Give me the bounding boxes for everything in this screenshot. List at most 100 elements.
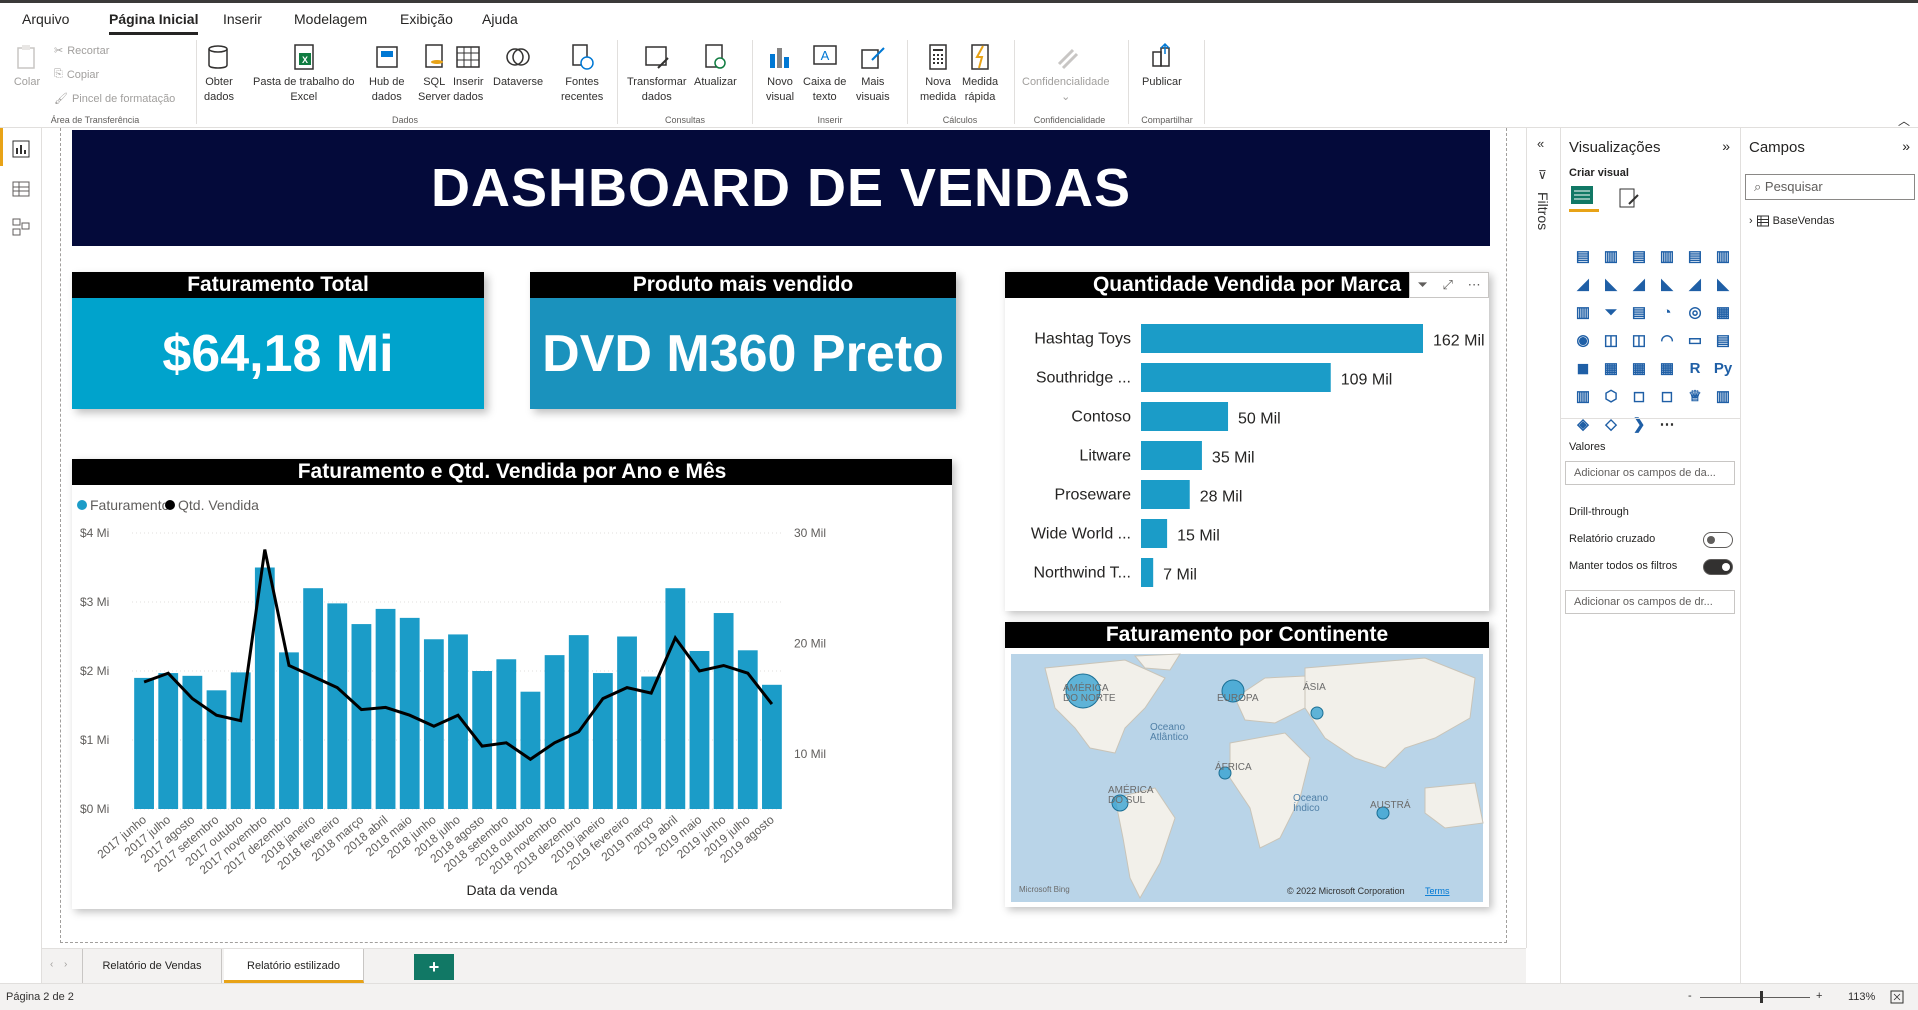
focus-mode-icon[interactable]: ⤢ (1442, 277, 1452, 293)
scatter-icon[interactable]: ▤ (1625, 298, 1653, 326)
table-basevendas[interactable]: › BaseVendas (1749, 215, 1834, 227)
textbox-button[interactable]: A Caixa de texto (803, 42, 846, 105)
stacked-bar-icon[interactable]: ▤ (1569, 242, 1597, 270)
drillthrough-drop-zone[interactable]: Adicionar os campos de dr... (1565, 590, 1735, 614)
filters-pane[interactable]: « ⊽ Filtros (1526, 128, 1560, 948)
build-visual-tab[interactable] (1569, 184, 1599, 212)
recent-sources-button[interactable]: Fontes recentes (561, 42, 603, 105)
zoom-out-button[interactable]: - (1688, 990, 1692, 1002)
tab-relatorio-vendas[interactable]: Relatório de Vendas (82, 949, 222, 983)
more-visuals-icon[interactable]: ⋯ (1653, 410, 1681, 438)
insert-data-button[interactable]: Inserir dados (453, 42, 484, 105)
menu-arquivo[interactable]: Arquivo (22, 11, 69, 27)
model-view-icon[interactable] (12, 218, 30, 236)
dataverse-button[interactable]: Dataverse (493, 42, 543, 90)
expand-filters-icon[interactable]: « (1537, 136, 1544, 151)
sensitivity-button[interactable]: Confidencialidade ⌄ (1022, 42, 1109, 105)
ribbon-icon[interactable]: ◣ (1709, 270, 1737, 298)
zoom-slider-thumb[interactable] (1760, 991, 1763, 1003)
kpi-card-revenue[interactable]: Faturamento Total $64,18 Mi (72, 272, 484, 409)
values-drop-zone[interactable]: Adicionar os campos de da... (1565, 461, 1735, 485)
tab-scroll-right-icon[interactable]: › (64, 959, 67, 970)
line-clustered-icon[interactable]: ◢ (1681, 270, 1709, 298)
menu-pagina-inicial[interactable]: Página Inicial (109, 11, 199, 35)
format-visual-tab[interactable] (1617, 186, 1641, 215)
line-column-icon[interactable]: ◣ (1653, 270, 1681, 298)
collapse-viz-icon[interactable]: » (1722, 138, 1730, 154)
menu-inserir[interactable]: Inserir (223, 11, 262, 27)
power-automate-icon[interactable]: ◇ (1597, 410, 1625, 438)
menu-modelagem[interactable]: Modelagem (294, 11, 367, 27)
decomposition-tree-icon[interactable]: ⬡ (1597, 382, 1625, 410)
multi-row-card-icon[interactable]: ▤ (1709, 326, 1737, 354)
area-icon[interactable]: ◣ (1597, 270, 1625, 298)
data-view-icon[interactable] (12, 180, 30, 198)
excel-button[interactable]: X Pasta de trabalho do Excel (253, 42, 355, 105)
fit-page-icon[interactable] (1890, 990, 1904, 1004)
bubble-asia[interactable] (1310, 706, 1324, 720)
cut-button[interactable]: ✂ Recortar (54, 44, 109, 58)
format-painter-button[interactable]: 🖌 Pincel de formatação (54, 92, 175, 106)
quick-measure-button[interactable]: Medida rápida (962, 42, 998, 105)
waterfall-icon[interactable]: ▥ (1569, 298, 1597, 326)
card-icon[interactable]: ▭ (1681, 326, 1709, 354)
dashboard-banner[interactable]: DASHBOARD DE VENDAS (72, 130, 1490, 246)
filter-icon[interactable]: ⏷ (1417, 277, 1427, 293)
key-influencers-icon[interactable]: ▥ (1569, 382, 1597, 410)
gauge-icon[interactable]: ◠ (1653, 326, 1681, 354)
clustered-bar-icon[interactable]: ▤ (1625, 242, 1653, 270)
continent-map-visual[interactable]: Faturamento por Continente AMÉRICA DO NOR… (1005, 622, 1489, 907)
line-icon[interactable]: ◢ (1569, 270, 1597, 298)
power-apps-icon[interactable]: ◈ (1569, 410, 1597, 438)
stacked-column-icon[interactable]: ▥ (1597, 242, 1625, 270)
refresh-button[interactable]: Atualizar (694, 42, 737, 90)
menu-exibicao[interactable]: Exibição (400, 11, 453, 27)
new-visual-button[interactable]: Novo visual (765, 42, 795, 105)
collapse-fields-icon[interactable]: » (1902, 138, 1910, 154)
pie-icon[interactable]: ◔ (1653, 298, 1681, 326)
transform-button[interactable]: Transformar dados (627, 42, 687, 105)
narrative-icon[interactable]: ◻ (1653, 382, 1681, 410)
zoom-in-button[interactable]: + (1816, 990, 1822, 1002)
new-measure-button[interactable]: Nova medida (920, 42, 956, 105)
100-bar-icon[interactable]: ▤ (1681, 242, 1709, 270)
datahub-button[interactable]: Hub de dados (369, 42, 404, 105)
get-data-button[interactable]: Obter dados (204, 42, 234, 105)
smart-narrative-icon[interactable]: ❯ (1625, 410, 1653, 438)
clustered-column-icon[interactable]: ▥ (1653, 242, 1681, 270)
qa-icon[interactable]: ◻ (1625, 382, 1653, 410)
donut-icon[interactable]: ◎ (1681, 298, 1709, 326)
kpi-card-product[interactable]: Produto mais vendido DVD M360 Preto (530, 272, 956, 409)
cross-report-toggle[interactable] (1703, 532, 1733, 548)
fields-search-input[interactable]: ⌕ Pesquisar (1745, 174, 1915, 200)
map-icon[interactable]: ◉ (1569, 326, 1597, 354)
slicer-icon[interactable]: ▦ (1597, 354, 1625, 382)
more-options-icon[interactable]: ⋯ (1468, 277, 1481, 293)
paginated-icon[interactable]: ▥ (1709, 382, 1737, 410)
table-icon[interactable]: ▦ (1625, 354, 1653, 382)
matrix-icon[interactable]: ▦ (1653, 354, 1681, 382)
collapse-ribbon-icon[interactable]: ︿ (1898, 112, 1910, 129)
tab-scroll-left-icon[interactable]: ‹ (50, 959, 53, 970)
add-page-button[interactable]: + (414, 954, 454, 980)
goals-icon[interactable]: ♕ (1681, 382, 1709, 410)
report-view-icon[interactable] (12, 140, 30, 158)
stacked-area-icon[interactable]: ◢ (1625, 270, 1653, 298)
copy-button[interactable]: ⎘ Copiar (54, 68, 99, 81)
combo-chart-visual[interactable]: Faturamento e Qtd. Vendida por Ano e Mês… (72, 459, 952, 909)
funnel-icon[interactable]: ⏷ (1597, 298, 1625, 326)
sql-button[interactable]: SQL Server (418, 42, 450, 105)
tab-relatorio-estilizado[interactable]: Relatório estilizado (224, 949, 364, 983)
brand-bar-chart-visual[interactable]: Quantidade Vendida por Marca ⏷ ⤢ ⋯ Hashtag… (1005, 272, 1489, 611)
zoom-slider[interactable] (1700, 997, 1810, 998)
paste-button[interactable]: Colar (12, 42, 42, 90)
treemap-icon[interactable]: ▦ (1709, 298, 1737, 326)
100-column-icon[interactable]: ▥ (1709, 242, 1737, 270)
r-visual-icon[interactable]: R (1681, 354, 1709, 382)
publish-button[interactable]: Publicar (1142, 42, 1182, 90)
more-visuals-button[interactable]: Mais visuais (856, 42, 890, 105)
menu-ajuda[interactable]: Ajuda (482, 11, 518, 27)
shape-map-icon[interactable]: ◫ (1625, 326, 1653, 354)
map-terms-link[interactable]: Terms (1425, 886, 1450, 896)
python-visual-icon[interactable]: Py (1709, 354, 1737, 382)
